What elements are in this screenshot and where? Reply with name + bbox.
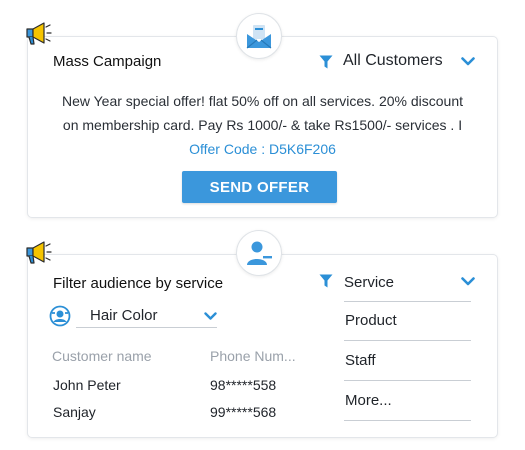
table-cell-name: John Peter xyxy=(53,377,121,393)
filter-type-dropdown[interactable]: Service xyxy=(344,274,394,291)
column-header-customer-name: Customer name xyxy=(52,348,152,364)
dropdown-option-staff[interactable]: Staff xyxy=(345,352,376,369)
divider xyxy=(344,380,471,381)
envelope-badge xyxy=(236,13,282,59)
service-select-value: Hair Color xyxy=(90,307,158,324)
send-offer-button[interactable]: SEND OFFER xyxy=(182,171,337,203)
filter-icon xyxy=(319,55,333,69)
filter-icon xyxy=(319,274,333,288)
divider xyxy=(344,301,471,302)
table-cell-phone: 99*****568 xyxy=(210,404,277,420)
megaphone-icon xyxy=(26,22,52,45)
dropdown-option-more[interactable]: More... xyxy=(345,392,392,409)
table-cell-phone: 98*****558 xyxy=(210,377,277,393)
user-icon xyxy=(247,241,272,265)
table-cell-name: Sanjay xyxy=(53,404,96,420)
audience-select[interactable]: All Customers xyxy=(343,52,443,70)
envelope-icon xyxy=(246,25,272,49)
campaign-message: New Year special offer! flat 50% off on … xyxy=(58,89,467,161)
offer-code: Offer Code : D5K6F206 xyxy=(189,141,336,157)
mass-campaign-title: Mass Campaign xyxy=(53,53,162,70)
dropdown-option-product[interactable]: Product xyxy=(345,312,397,329)
chevron-down-icon[interactable] xyxy=(461,57,475,66)
filter-audience-card: Filter audience by service Hair Color Cu… xyxy=(28,255,497,437)
divider xyxy=(344,420,471,421)
chevron-down-icon[interactable] xyxy=(461,277,475,286)
column-header-phone: Phone Num... xyxy=(210,348,296,364)
mass-campaign-card: Mass Campaign All Customers New Year spe… xyxy=(28,37,497,217)
message-text: New Year special offer! flat 50% off on … xyxy=(61,93,464,133)
divider xyxy=(344,340,471,341)
megaphone-icon xyxy=(26,241,52,264)
service-icon xyxy=(49,305,71,327)
chevron-down-icon xyxy=(204,312,217,320)
user-badge xyxy=(236,230,282,276)
filter-audience-title: Filter audience by service xyxy=(53,275,224,292)
service-select[interactable]: Hair Color xyxy=(76,305,217,328)
